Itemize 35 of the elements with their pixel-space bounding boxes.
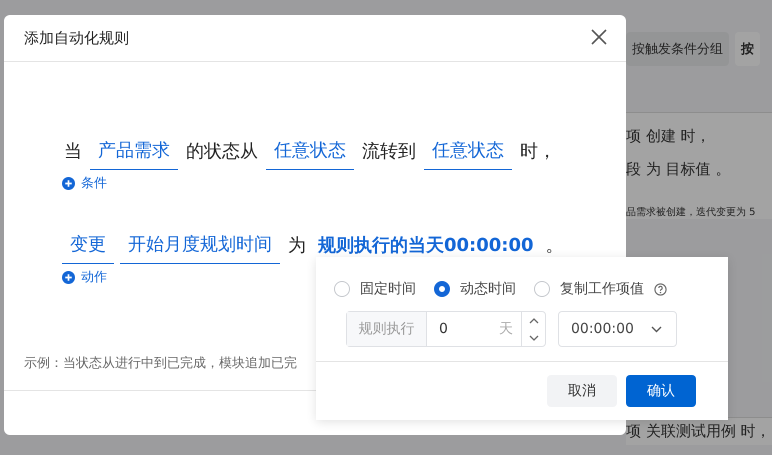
rule-text: 时， [519,140,557,164]
rule-text: 的状态从 [185,140,259,164]
select-field[interactable]: 产品需求 [90,139,178,170]
radio-option[interactable]: 动态时间 [434,280,516,298]
chevron-up-icon[interactable] [528,318,538,324]
dialog-title: 添加自动化规则 [24,28,129,48]
group-tab[interactable]: 按触发条件分组 [626,32,729,66]
chevron-down-icon[interactable] [528,334,538,340]
radio-option[interactable]: 固定时间 [334,280,416,298]
confirm-button[interactable]: 确认 [626,375,696,407]
plus-circle-icon [62,270,75,284]
rule-text: 项 创建 时， [626,127,712,146]
rule-text: 品需求被创建，迭代变更为 5 [626,206,757,219]
rule-text: 当 [63,140,83,164]
plus-circle-icon [62,176,75,190]
select-field[interactable]: 任意状态 [266,139,354,170]
example-text: 示例：当状态从进行中到已完成，模块追加已完 [24,355,298,373]
group-tab[interactable]: 按 [735,32,760,66]
add-condition-button[interactable]: 条件 [62,174,107,192]
radio-option[interactable]: 复制工作项值 [534,280,667,298]
select-field[interactable]: 变更 [62,233,114,264]
add-action-button[interactable]: 动作 [62,268,107,286]
rule-text: 。 [544,234,565,258]
close-icon [590,28,608,46]
rule-text: 流转到 [361,140,417,164]
cancel-button[interactable]: 取消 [547,375,617,407]
time-select[interactable]: 00:00:00 [558,311,677,347]
rule-text: 项 关联测试用例 时， [626,422,772,441]
value-text: 规则执行的当天00:00:00 [316,234,535,258]
rule-text: 段 为 目标值 。 [626,160,732,179]
select-field[interactable]: 开始月度规划时间 [120,233,280,264]
rule-text: 为 [287,234,307,258]
select-field[interactable]: 任意状态 [424,139,512,170]
chevron-down-icon [651,326,662,332]
day-offset-field[interactable]: 规则执行 0 天 [346,311,546,347]
